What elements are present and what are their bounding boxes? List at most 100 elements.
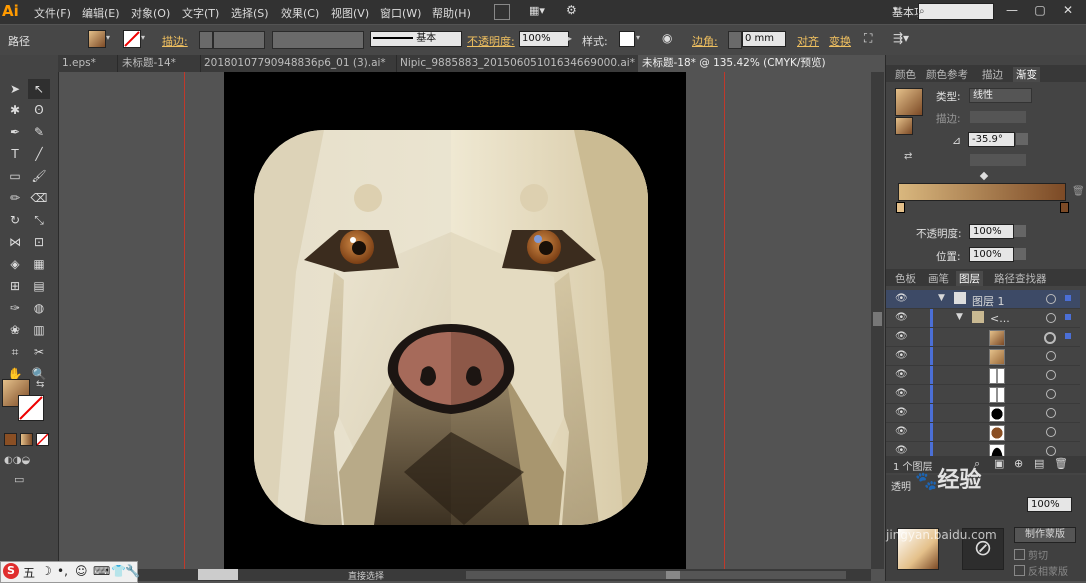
stop-opacity-input[interactable]: 100% (969, 224, 1014, 239)
variable-width-profile[interactable] (272, 31, 364, 49)
dog-icon-artwork[interactable] (224, 72, 686, 569)
transform-link[interactable]: 变换 (829, 33, 851, 49)
tab-stroke[interactable]: 描边 (982, 67, 1003, 82)
panel-menu-icon[interactable]: ⇶▾ (893, 31, 909, 45)
blend-tool-icon[interactable]: ◍ (28, 298, 50, 318)
gradient-preview-swatch[interactable] (895, 88, 923, 116)
make-clipping-mask-icon[interactable]: ▣ (994, 457, 1004, 470)
recolor-artwork-icon[interactable]: ◉ (662, 31, 672, 45)
chevron-down-icon[interactable]: ▾ (141, 33, 145, 42)
clip-checkbox[interactable] (1014, 549, 1025, 560)
swap-fill-stroke-icon[interactable]: ⇆ (36, 379, 44, 390)
symbol-sprayer-icon[interactable]: ❀ (4, 320, 26, 340)
eye-icon[interactable]: 👁 (895, 331, 908, 342)
corner-link[interactable]: 边角: (692, 33, 718, 49)
gradient-stop[interactable] (896, 202, 905, 213)
graphic-style-swatch[interactable] (619, 31, 635, 47)
isolate-object-icon[interactable]: ⛶ (864, 31, 872, 46)
gradient-slider[interactable] (898, 183, 1066, 201)
gradient-angle-input[interactable]: -35.9° (968, 132, 1015, 147)
corner-stepper[interactable] (728, 31, 742, 49)
reverse-gradient-icon[interactable]: ⇄ (904, 151, 912, 162)
rotate-tool-icon[interactable]: ↻ (4, 210, 26, 230)
delete-layer-icon[interactable]: 🗑 (1054, 457, 1068, 470)
layer-target-icon[interactable] (1046, 294, 1056, 304)
layer-row[interactable]: 👁 ▼ 图层 1 (886, 290, 1080, 309)
menu-effect[interactable]: 效果(C) (281, 5, 319, 21)
brush-definition-select[interactable]: 基本 (370, 31, 462, 47)
eye-icon[interactable]: 👁 (895, 445, 908, 456)
eye-icon[interactable]: 👁 (895, 426, 908, 437)
eye-icon[interactable]: 👁 (895, 407, 908, 418)
menu-file[interactable]: 文件(F) (34, 5, 71, 21)
eraser-tool-icon[interactable]: ⌫ (28, 188, 50, 208)
layer-row[interactable]: 👁 (886, 328, 1080, 347)
type-tool-icon[interactable]: T (4, 144, 26, 164)
drawing-mode-icon[interactable]: ◐◑◒ (4, 455, 30, 466)
emoji-icon[interactable]: ☺ (75, 564, 88, 578)
selection-indicator[interactable] (1065, 333, 1071, 339)
layer-target-icon[interactable] (1046, 446, 1056, 456)
tab-brushes[interactable]: 画笔 (928, 271, 949, 286)
tab-gradient[interactable]: 渐变 (1013, 67, 1040, 82)
screen-mode-icon[interactable]: ▭ (14, 473, 24, 486)
new-layer-icon[interactable]: ▤ (1034, 457, 1044, 470)
color-mode-icon[interactable] (4, 433, 17, 446)
eye-icon[interactable]: 👁 (895, 369, 908, 380)
menu-edit[interactable]: 编辑(E) (82, 5, 120, 21)
menu-object[interactable]: 对象(O) (131, 5, 170, 21)
mesh-tool-icon[interactable]: ⊞ (4, 276, 26, 296)
magic-wand-icon[interactable]: ✱ (4, 100, 26, 120)
stop-location-input[interactable]: 100% (969, 247, 1014, 262)
layer-row[interactable]: 👁 (886, 423, 1080, 442)
align-link[interactable]: 对齐 (797, 33, 819, 49)
curvature-tool-icon[interactable]: ✎ (28, 122, 50, 142)
scrollbar-thumb[interactable] (666, 571, 680, 579)
layer-target-icon[interactable] (1046, 427, 1056, 437)
stroke-link[interactable]: 描边: (162, 33, 188, 49)
artboard-tool-icon[interactable]: ⌗ (4, 342, 26, 362)
layer-row[interactable]: 👁 (886, 347, 1080, 366)
width-tool-icon[interactable]: ⋈ (4, 232, 26, 252)
layer-target-icon[interactable] (1046, 389, 1056, 399)
pencil-tool-icon[interactable]: ✏ (4, 188, 26, 208)
stroke-color-box[interactable] (18, 395, 44, 421)
artboard[interactable] (224, 72, 686, 569)
invert-mask-checkbox[interactable] (1014, 565, 1025, 576)
layer-target-icon[interactable] (1044, 332, 1056, 344)
tab-color[interactable]: 颜色 (895, 67, 916, 82)
free-transform-icon[interactable]: ⊡ (28, 232, 50, 252)
chevron-down-icon[interactable]: ▾ (106, 33, 110, 42)
eye-icon[interactable]: 👁 (895, 388, 908, 399)
gradient-mode-icon[interactable] (20, 433, 33, 446)
tab-color-guide[interactable]: 颜色参考 (926, 67, 968, 82)
opacity-link[interactable]: 不透明度: (467, 33, 515, 49)
chevron-down-icon[interactable]: ▾ (636, 33, 640, 42)
layer-target-icon[interactable] (1046, 351, 1056, 361)
selection-indicator[interactable] (1065, 295, 1071, 301)
bridge-icon[interactable] (494, 4, 510, 20)
close-icon[interactable]: ✕ (1058, 3, 1078, 19)
punctuation-icon[interactable]: •, (57, 564, 68, 578)
gradient-midpoint-icon[interactable] (979, 171, 989, 181)
layer-target-icon[interactable] (1046, 313, 1056, 323)
transparency-opacity-input[interactable]: 100% (1027, 497, 1072, 512)
gradient-tool-icon[interactable]: ▤ (28, 276, 50, 296)
tab-active-document[interactable]: 未标题-18* @ 135.42% (CMYK/预览) (638, 55, 889, 72)
gpu-performance-icon[interactable]: ⚙ (566, 3, 584, 19)
horizontal-scrollbar[interactable] (466, 571, 846, 579)
expand-triangle-icon[interactable]: ▼ (956, 312, 963, 322)
layer-name[interactable]: 图层 1 (972, 293, 1005, 309)
tab-document[interactable]: 未标题-14* (118, 55, 201, 72)
corner-radius-input[interactable]: 0 mm (742, 31, 786, 47)
perspective-grid-icon[interactable]: ▦ (28, 254, 50, 274)
none-mode-icon[interactable] (36, 433, 49, 446)
shape-builder-icon[interactable]: ◈ (4, 254, 26, 274)
vertical-scrollbar[interactable] (871, 72, 884, 569)
layer-row[interactable]: 👁 (886, 366, 1080, 385)
fill-stroke-indicator[interactable] (895, 117, 913, 135)
gradient-type-select[interactable]: 线性 (969, 88, 1032, 103)
chevron-down-icon[interactable] (1014, 248, 1026, 260)
tab-transparency[interactable]: 透明 (891, 478, 911, 493)
scale-tool-icon[interactable]: ⤡ (28, 210, 50, 230)
